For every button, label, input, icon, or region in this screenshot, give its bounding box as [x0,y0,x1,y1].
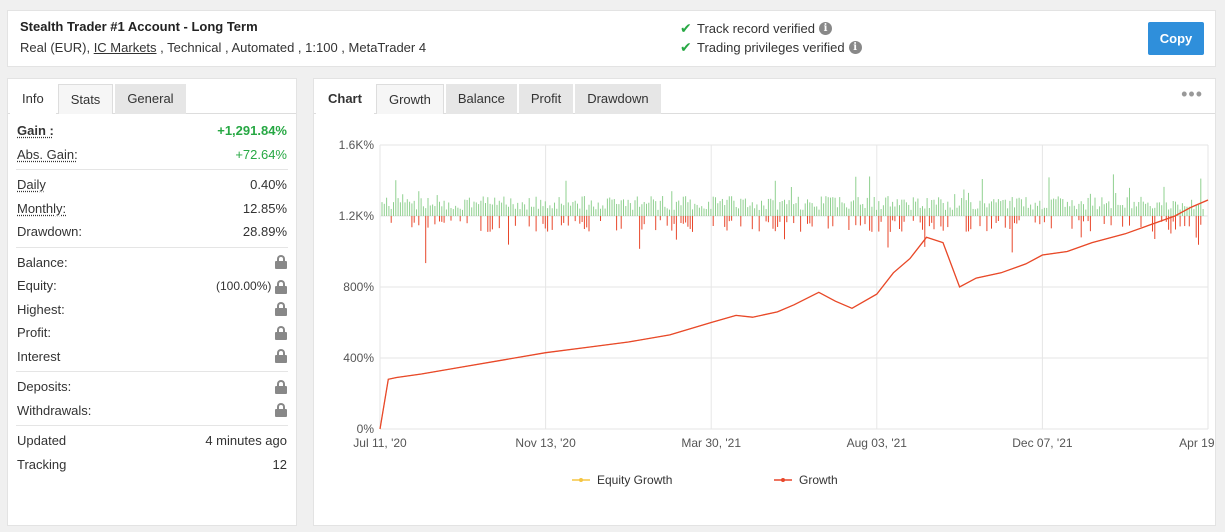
stats-panel: Info Stats General Gain : +1,291.84% Abs… [7,78,297,526]
y-tick-label: 1.6K% [339,138,375,152]
broker-link[interactable]: IC Markets [94,40,157,55]
y-tick-label: 0% [357,422,375,436]
stat-label: Interest [17,348,61,364]
stat-equity: Equity: (100.00%) [16,274,288,298]
divider [16,169,288,170]
info-icon[interactable]: i [848,41,862,54]
stat-label: Balance: [17,254,68,270]
x-tick-label: Apr 19, '22 [1179,436,1215,450]
stat-highest: Highest: [16,298,288,322]
stat-balance: Balance: [16,251,288,275]
account-header: Stealth Trader #1 Account - Long Term Re… [7,10,1216,67]
daily-bars [381,174,1204,264]
lock-icon [275,302,287,317]
stat-value: 12 [272,456,287,472]
y-tick-label: 800% [343,280,374,294]
account-details: , Technical , Automated , 1:100 , MetaTr… [156,40,427,55]
tab-profit[interactable]: Profit [518,84,574,114]
x-tick-label: Dec 07, '21 [1012,436,1073,450]
divider [16,425,288,426]
lock-icon [275,255,287,270]
divider [16,371,288,372]
stat-tracking: Tracking 12 [16,453,288,477]
track-record-label: Track record verified [697,21,815,36]
series-line-equity-growth [379,199,1209,430]
account-type: Real (EUR), [20,40,94,55]
legend-label: Equity Growth [597,473,672,487]
stats-list: Gain : +1,291.84% Abs. Gain: +72.64% Dai… [8,119,296,476]
stat-value: 4 minutes ago [205,433,287,449]
stat-value: 28.89% [242,224,287,240]
stat-value: (100.00%) [216,278,272,293]
lock-icon [275,279,287,294]
lock-icon [275,403,287,418]
x-tick-label: Aug 03, '21 [847,436,908,450]
y-tick-label: 400% [343,351,374,365]
legend-marker [781,478,785,482]
stat-gain: Gain : +1,291.84% [16,119,288,143]
tab-chart[interactable]: Chart [316,84,374,114]
chart-panel: Chart Growth Balance Profit Drawdown •••… [313,78,1225,526]
tab-stats[interactable]: Stats [57,84,114,114]
x-tick-label: Nov 13, '20 [515,436,576,450]
stat-monthly: Monthly: 12.85% [16,197,288,221]
stat-label: Equity: [17,278,57,294]
stat-interest: Interest [16,345,288,369]
tab-info[interactable]: Info [10,84,56,114]
stat-daily: Daily 0.40% [16,173,288,197]
trading-privileges-label: Trading privileges verified [697,40,845,55]
divider [16,246,288,248]
stat-label: Deposits: [17,379,72,395]
stat-abs-gain: Abs. Gain: +72.64% [16,143,288,167]
x-tick-label: Mar 30, '21 [681,436,741,450]
stat-drawdown: Drawdown: 28.89% [16,220,288,244]
legend-label: Growth [799,473,838,487]
stat-label: Highest: [17,301,65,317]
lock-icon [275,379,287,394]
check-icon: ✔ [680,20,692,36]
stat-value: 12.85% [242,200,287,216]
stat-withdrawals: Withdrawals: [16,399,288,423]
stat-label: Drawdown: [17,224,83,240]
stat-value: +72.64% [235,146,287,162]
chart-tabs: Chart Growth Balance Profit Drawdown [314,79,1215,114]
stat-profit: Profit: [16,321,288,345]
x-tick-label: Jul 11, '20 [353,436,407,450]
account-title: Stealth Trader #1 Account - Long Term [20,19,258,34]
growth-chart-svg: 0% 400% 800% 1.2K% 1.6K% Jul 11, '20 Nov 13, '… [339,138,1225,487]
legend-marker [579,478,583,482]
y-tick-label: 1.2K% [339,209,375,223]
stat-label: Updated [17,433,67,449]
trading-privileges-verified: ✔ Trading privileges verified i [680,39,862,56]
copy-button[interactable]: Copy [1148,22,1204,55]
stat-label: Profit: [17,325,51,341]
stat-label: Tracking [17,456,67,472]
ellipsis-icon[interactable]: ••• [1181,85,1203,103]
track-record-verified: ✔ Track record verified i [680,20,832,37]
account-subtitle: Real (EUR), IC Markets , Technical , Aut… [20,40,426,55]
tab-general[interactable]: General [115,84,186,114]
series-line-growth [379,199,1209,430]
check-icon: ✔ [680,39,692,55]
tab-balance[interactable]: Balance [445,84,517,114]
stat-label[interactable]: Abs. Gain: [17,147,78,162]
stat-label: Withdrawals: [17,402,92,418]
stat-deposits: Deposits: [16,375,288,399]
stat-label[interactable]: Daily [17,177,46,192]
lock-icon [275,325,287,340]
stat-updated: Updated 4 minutes ago [16,429,288,453]
stats-tabs: Info Stats General [8,79,296,114]
info-icon[interactable]: i [819,22,832,35]
stat-label[interactable]: Monthly: [17,201,66,216]
growth-chart: 0% 400% 800% 1.2K% 1.6K% Jul 11, '20 Nov 13, '… [314,115,1225,525]
lock-icon [275,349,287,364]
stat-value: +1,291.84% [217,123,287,139]
stat-label[interactable]: Gain : [17,123,54,138]
stat-value: 0.40% [250,177,287,193]
tab-drawdown[interactable]: Drawdown [575,84,661,114]
tab-growth[interactable]: Growth [375,84,444,114]
